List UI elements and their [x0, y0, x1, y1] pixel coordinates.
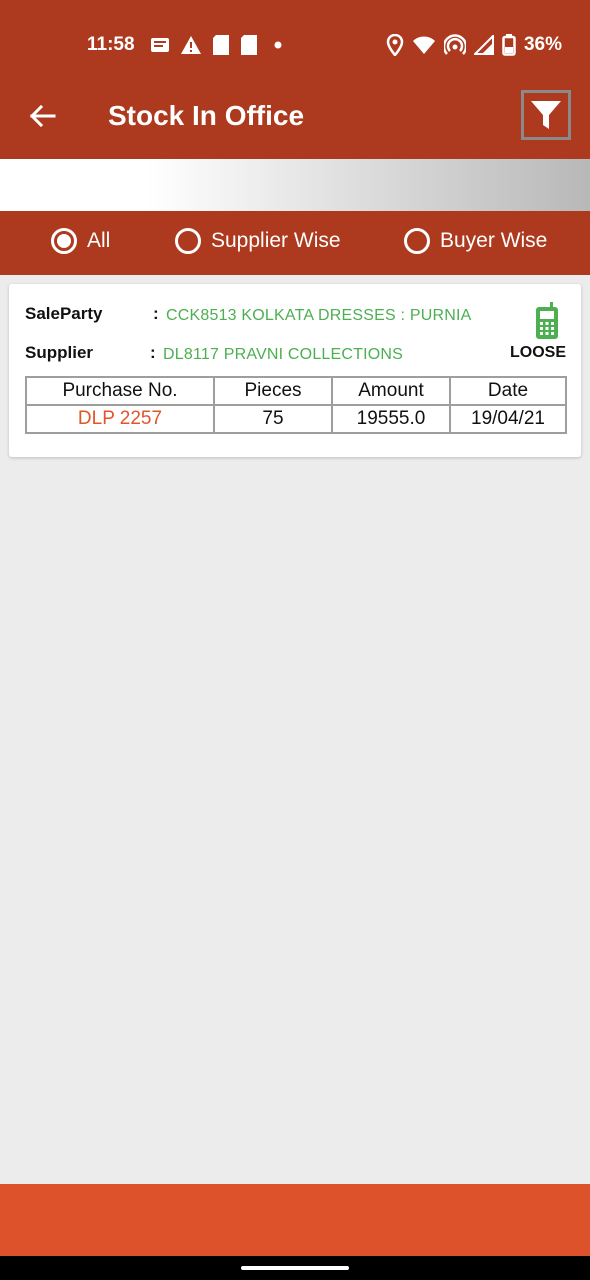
alert-icon	[181, 36, 201, 54]
table-header-cell: Date	[449, 376, 567, 406]
table-header-cell: Pieces	[213, 376, 333, 406]
radio-all-label: All	[87, 229, 111, 252]
dot-icon	[274, 41, 282, 49]
radio-supplier-wise-label: Supplier Wise	[211, 229, 341, 252]
table-header-cell: Purchase No.	[25, 376, 215, 406]
stock-card[interactable]: SaleParty : CCK8513 KOLKATA DRESSES : PU…	[9, 284, 581, 457]
sim-card-icon	[213, 35, 229, 55]
page-title: Stock In Office	[108, 100, 305, 131]
supplier-colon: :	[150, 343, 156, 362]
wifi-icon	[412, 36, 435, 54]
hotspot-icon	[443, 34, 466, 55]
table-row: DLP 2257 75 19555.0 19/04/21	[25, 404, 567, 434]
status-icons-left	[150, 34, 288, 56]
sale-party-label: SaleParty	[25, 304, 103, 323]
purchase-table: Purchase No. Pieces Amount Date DLP 2257…	[25, 376, 567, 434]
sale-party-colon: :	[153, 304, 159, 323]
sim-card-icon	[241, 35, 257, 55]
battery-icon	[502, 34, 516, 56]
arrow-left-icon	[29, 104, 56, 128]
table-cell: 75	[213, 404, 333, 434]
battery-percent: 36%	[523, 34, 562, 55]
table-header-row: Purchase No. Pieces Amount Date	[25, 376, 567, 406]
signal-icon	[473, 35, 494, 55]
radio-circle-checked	[51, 228, 77, 254]
radio-buyer-wise[interactable]: Buyer Wise	[404, 228, 547, 254]
message-icon	[151, 38, 169, 52]
header-divider-strip	[0, 159, 590, 211]
back-button[interactable]	[22, 96, 62, 136]
location-icon	[386, 34, 404, 56]
purchase-no-link[interactable]: DLP 2257	[25, 404, 215, 434]
table-cell: 19555.0	[331, 404, 451, 434]
table-header-cell: Amount	[331, 376, 451, 406]
app-bar: Stock In Office	[0, 74, 590, 159]
filter-button[interactable]	[521, 90, 571, 140]
table-cell: 19/04/21	[449, 404, 567, 434]
supplier-value: DL8117 PRAVNI COLLECTIONS	[163, 346, 404, 363]
supplier-label: Supplier	[25, 343, 94, 362]
radio-circle-unchecked	[175, 228, 201, 254]
mobile-phone-icon	[536, 302, 558, 339]
radio-circle-unchecked	[404, 228, 430, 254]
status-time: 11:58	[87, 34, 135, 55]
radio-supplier-wise[interactable]: Supplier Wise	[175, 228, 341, 254]
sale-party-value: CCK8513 KOLKATA DRESSES : PURNIA	[166, 307, 472, 324]
radio-all[interactable]: All	[51, 228, 110, 254]
system-nav-bar	[0, 1256, 590, 1280]
filter-radio-group: All Supplier Wise Buyer Wise	[0, 211, 590, 275]
stock-type-label: LOOSE	[510, 344, 567, 361]
radio-buyer-wise-label: Buyer Wise	[440, 229, 548, 252]
funnel-icon	[531, 101, 561, 129]
bottom-bar	[0, 1184, 590, 1256]
status-icons-right: 36%	[386, 34, 562, 56]
home-indicator[interactable]	[241, 1266, 349, 1270]
status-bar: 11:58 36%	[0, 0, 590, 74]
